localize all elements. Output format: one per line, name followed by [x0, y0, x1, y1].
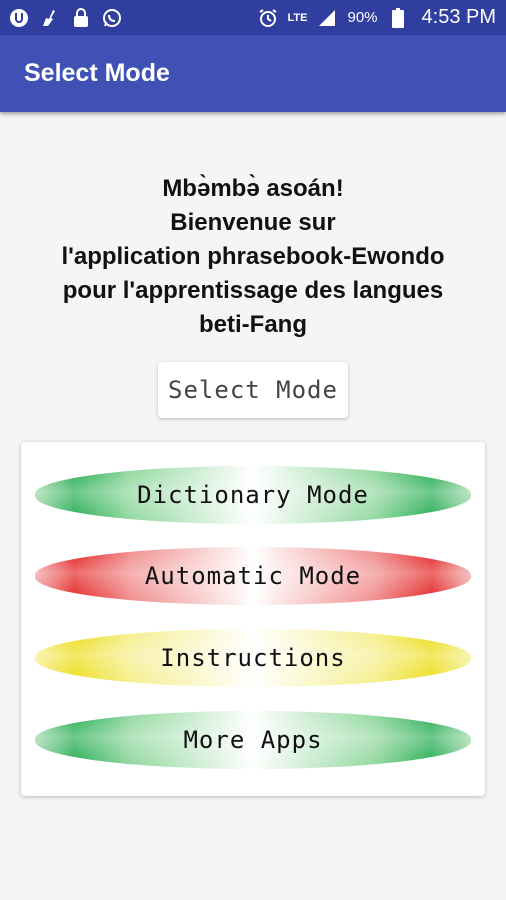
welcome-line-greeting: Mbə̀mbə̀ asoán!: [162, 175, 344, 202]
battery-icon: [387, 7, 409, 29]
automatic-mode-label: Automatic Mode: [144, 562, 362, 590]
automatic-mode-button[interactable]: Automatic Mode: [35, 547, 471, 605]
system-icons: LTE 90% 4:53 PM: [257, 6, 496, 29]
welcome-line-languages: beti-Fang: [199, 311, 307, 338]
clock: 4:53 PM: [421, 6, 496, 28]
more-apps-button[interactable]: More Apps: [35, 711, 471, 769]
u-app-icon: [8, 7, 30, 29]
welcome-line-bienvenue: Bienvenue sur: [170, 209, 336, 236]
whatsapp-icon: [101, 7, 123, 29]
welcome-line-application: l'application phrasebook-Ewondo: [61, 243, 445, 270]
battery-percent: 90%: [347, 9, 378, 26]
instructions-button[interactable]: Instructions: [35, 629, 471, 687]
instructions-label: Instructions: [160, 644, 346, 672]
lock-icon: [70, 7, 92, 29]
page-title: Select Mode: [24, 59, 170, 87]
dictionary-mode-button[interactable]: Dictionary Mode: [35, 466, 471, 524]
app-bar: Select Mode: [0, 35, 506, 112]
status-bar: LTE 90% 4:53 PM: [0, 0, 506, 35]
dictionary-mode-label: Dictionary Mode: [137, 481, 369, 509]
select-mode-label: Select Mode: [168, 376, 338, 404]
modes-card: Dictionary Mode Automatic Mode Instructi…: [21, 442, 485, 796]
notification-icons: [8, 7, 123, 29]
lte-indicator: LTE: [287, 11, 308, 24]
signal-icon: [316, 7, 338, 29]
broom-icon: [39, 7, 61, 29]
select-mode-button[interactable]: Select Mode: [158, 362, 348, 418]
welcome-message: Mbə̀mbə̀ asoán! Bienvenue sur l'applicat…: [0, 172, 506, 342]
more-apps-label: More Apps: [183, 726, 323, 754]
welcome-line-purpose: pour l'apprentissage des langues: [62, 277, 444, 304]
alarm-icon: [257, 7, 279, 29]
